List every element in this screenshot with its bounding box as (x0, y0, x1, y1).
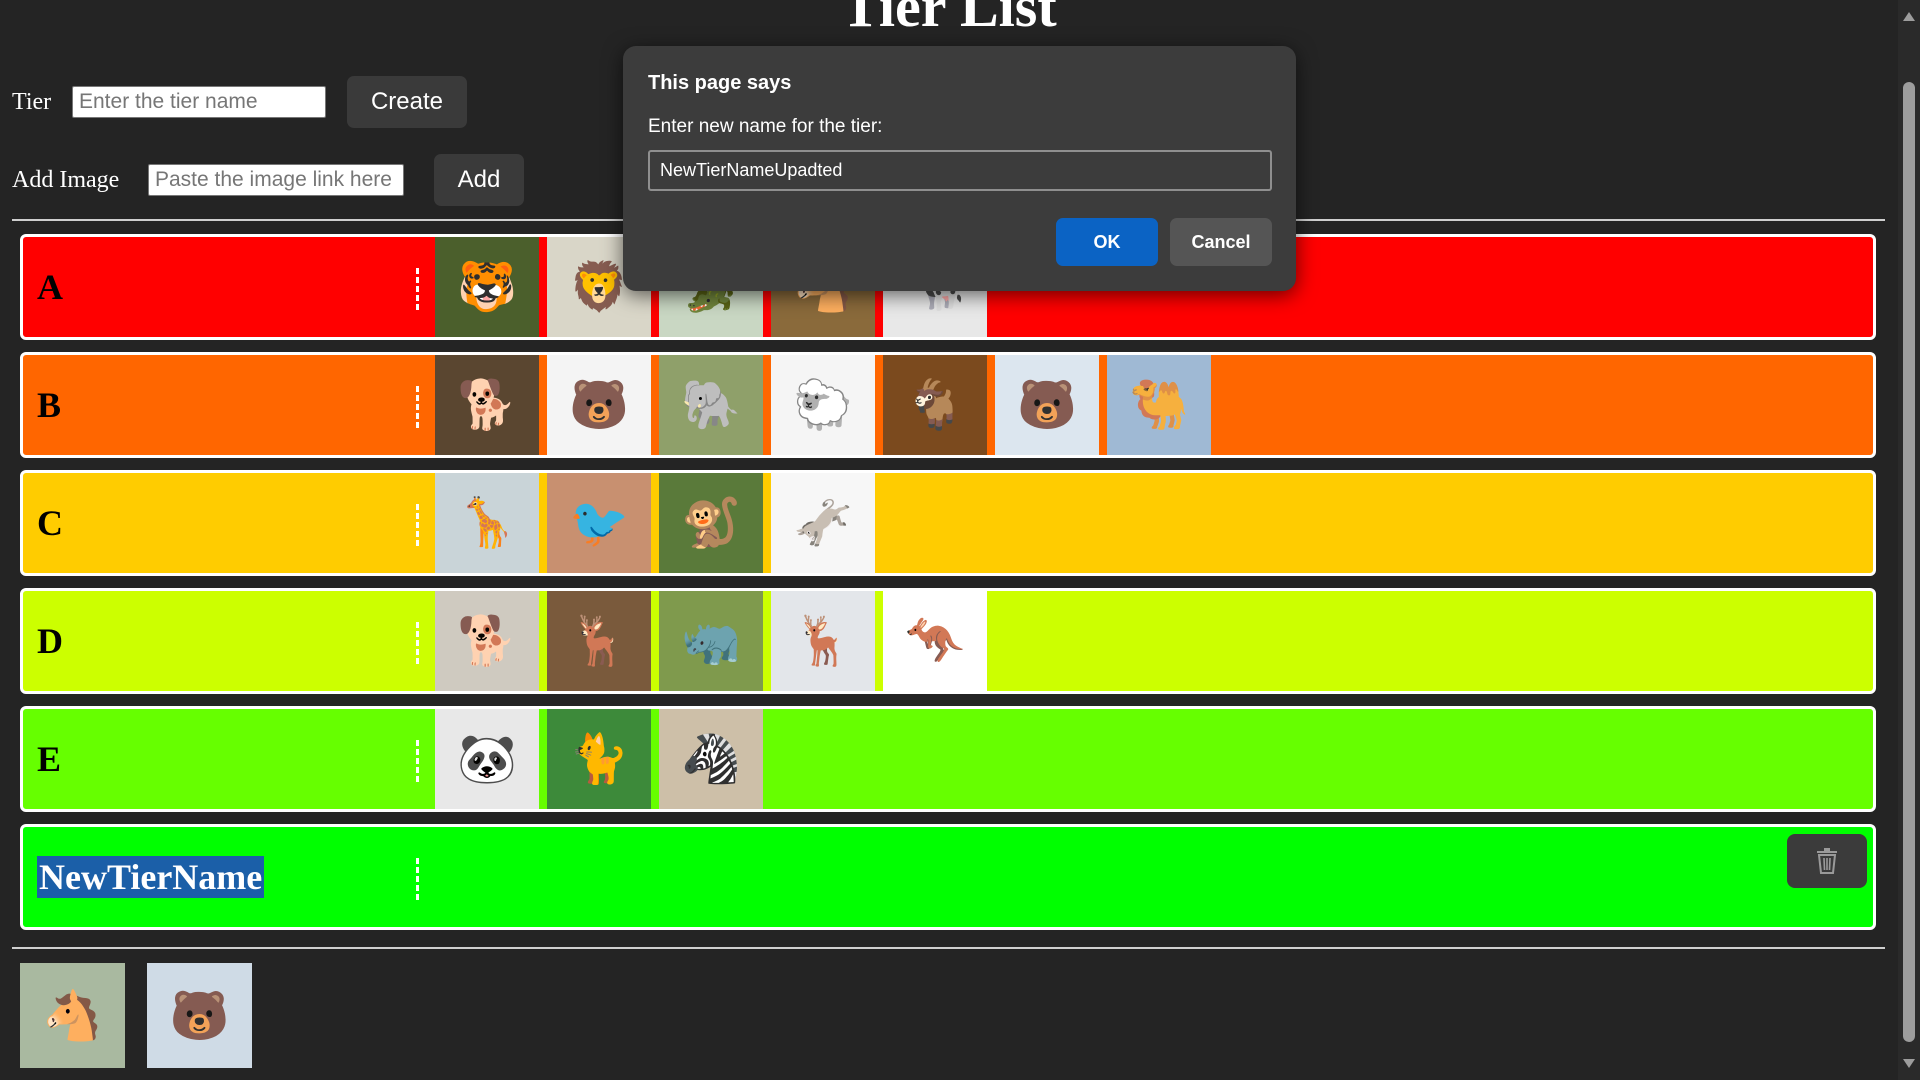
cancel-button[interactable]: Cancel (1170, 218, 1272, 266)
drag-handle[interactable] (416, 268, 419, 310)
elephant-icon: 🐘 (681, 377, 741, 433)
chimpanzee-image[interactable]: 🐒 (659, 473, 763, 573)
tier-row[interactable]: B 🐕 🐻 🐘 🐑 🐐 🐻 🐫 (20, 352, 1876, 458)
deer-image[interactable]: 🦌 (547, 591, 651, 691)
sheep-icon: 🐑 (793, 377, 853, 433)
create-button[interactable]: Create (347, 76, 467, 128)
prompt-dialog: This page says Enter new name for the ti… (623, 46, 1296, 291)
sheep-image[interactable]: 🐑 (771, 355, 875, 455)
tier-name-input[interactable] (72, 86, 326, 118)
hyena-icon: 🐕 (457, 613, 517, 669)
drag-handle[interactable] (416, 386, 419, 428)
rhinoceros-icon: 🦏 (681, 613, 741, 669)
cat-icon: 🐈 (569, 731, 629, 787)
tier-name-text: C (37, 503, 63, 543)
goat-icon: 🐐 (905, 377, 965, 433)
tier-name-label[interactable]: NewTierName (37, 827, 265, 927)
reindeer-image[interactable]: 🦌 (771, 591, 875, 691)
elephant-image[interactable]: 🐘 (659, 355, 763, 455)
drag-handle[interactable] (416, 504, 419, 546)
tier-name-text: NewTierName (37, 856, 265, 898)
trash-icon (1817, 848, 1837, 874)
zebra-icon: 🦓 (681, 731, 741, 787)
drag-handle[interactable] (416, 740, 419, 782)
tier-form: Tier Create (12, 76, 467, 128)
panda-image[interactable]: 🐼 (435, 709, 539, 809)
tier-row[interactable]: NewTierName (20, 824, 1876, 930)
new-tier-name-input[interactable] (648, 150, 1272, 191)
rhinoceros-image[interactable]: 🦏 (659, 591, 763, 691)
horse-icon: 🐴 (42, 987, 103, 1044)
tier-name-label[interactable]: A (37, 237, 63, 337)
bird-image[interactable]: 🐦 (547, 473, 651, 573)
tiger-icon: 🐯 (457, 259, 517, 315)
polar-bear-image[interactable]: 🐻 (995, 355, 1099, 455)
donkey-image[interactable]: 🫏 (771, 473, 875, 573)
polar-bear-icon: 🐻 (1017, 377, 1077, 433)
kangaroo-image[interactable]: 🦘 (883, 591, 987, 691)
lion-icon: 🦁 (569, 259, 629, 315)
giraffe-image[interactable]: 🦒 (435, 473, 539, 573)
chimpanzee-icon: 🐒 (681, 495, 741, 551)
tier-image-list: 🦒 🐦 🐒 🫏 (435, 473, 883, 573)
tier-image-list: 🐕 🐻 🐘 🐑 🐐 🐻 🐫 (435, 355, 1219, 455)
tier-row[interactable]: E 🐼 🐈 🦓 (20, 706, 1876, 812)
drag-handle[interactable] (416, 858, 419, 900)
ok-button[interactable]: OK (1056, 218, 1158, 266)
dialog-title: This page says (648, 72, 792, 94)
camel-icon: 🐫 (1129, 377, 1189, 433)
tier-name-label[interactable]: D (37, 591, 63, 691)
tier-name-label[interactable]: E (37, 709, 61, 809)
tier-name-text: B (37, 385, 62, 425)
polar-bear-icon: 🐻 (169, 987, 230, 1044)
add-image-label: Add Image (12, 166, 120, 193)
unranked-image-pool: 🐴 🐻 (20, 963, 274, 1068)
scrollbar[interactable] (1898, 0, 1920, 1080)
tier-name-label[interactable]: C (37, 473, 63, 573)
scroll-up-arrow-icon[interactable] (1903, 12, 1915, 21)
page-title: Tier List (841, 0, 1057, 39)
tier-row[interactable]: D 🐕 🦌 🦏 🦌 🦘 (20, 588, 1876, 694)
goat-image[interactable]: 🐐 (883, 355, 987, 455)
tier-name-label[interactable]: B (37, 355, 61, 455)
dialog-message: Enter new name for the tier: (648, 116, 883, 137)
camel-image[interactable]: 🐫 (1107, 355, 1211, 455)
scrollbar-thumb[interactable] (1903, 82, 1915, 1042)
dog-icon: 🐕 (457, 377, 517, 433)
scroll-down-arrow-icon[interactable] (1903, 1059, 1915, 1068)
tier-image-list: 🐼 🐈 🦓 (435, 709, 771, 809)
bird-icon: 🐦 (569, 495, 629, 551)
zebra-image[interactable]: 🦓 (659, 709, 763, 809)
divider (12, 947, 1885, 949)
deer-icon: 🦌 (569, 613, 629, 669)
drag-handle[interactable] (416, 622, 419, 664)
bear-image[interactable]: 🐻 (547, 355, 651, 455)
bear-icon: 🐻 (569, 377, 629, 433)
dog-image[interactable]: 🐕 (435, 355, 539, 455)
polar-bear-image[interactable]: 🐻 (147, 963, 252, 1068)
hyena-image[interactable]: 🐕 (435, 591, 539, 691)
image-link-input[interactable] (148, 164, 404, 196)
giraffe-icon: 🦒 (457, 495, 517, 551)
tier-name-text: A (37, 267, 63, 307)
add-button[interactable]: Add (434, 154, 524, 206)
tier-label: Tier (12, 88, 52, 115)
tier-name-text: D (37, 621, 63, 661)
panda-icon: 🐼 (457, 731, 517, 787)
donkey-icon: 🫏 (793, 495, 853, 551)
reindeer-icon: 🦌 (793, 613, 853, 669)
horse-image[interactable]: 🐴 (20, 963, 125, 1068)
tier-name-text: E (37, 739, 62, 779)
kangaroo-icon: 🦘 (905, 613, 965, 669)
image-form: Add Image Add (12, 154, 524, 206)
tiger-image[interactable]: 🐯 (435, 237, 539, 337)
tier-row[interactable]: C 🦒 🐦 🐒 🫏 (20, 470, 1876, 576)
delete-tier-button[interactable] (1787, 834, 1867, 888)
tier-image-list: 🐕 🦌 🦏 🦌 🦘 (435, 591, 995, 691)
cat-image[interactable]: 🐈 (547, 709, 651, 809)
